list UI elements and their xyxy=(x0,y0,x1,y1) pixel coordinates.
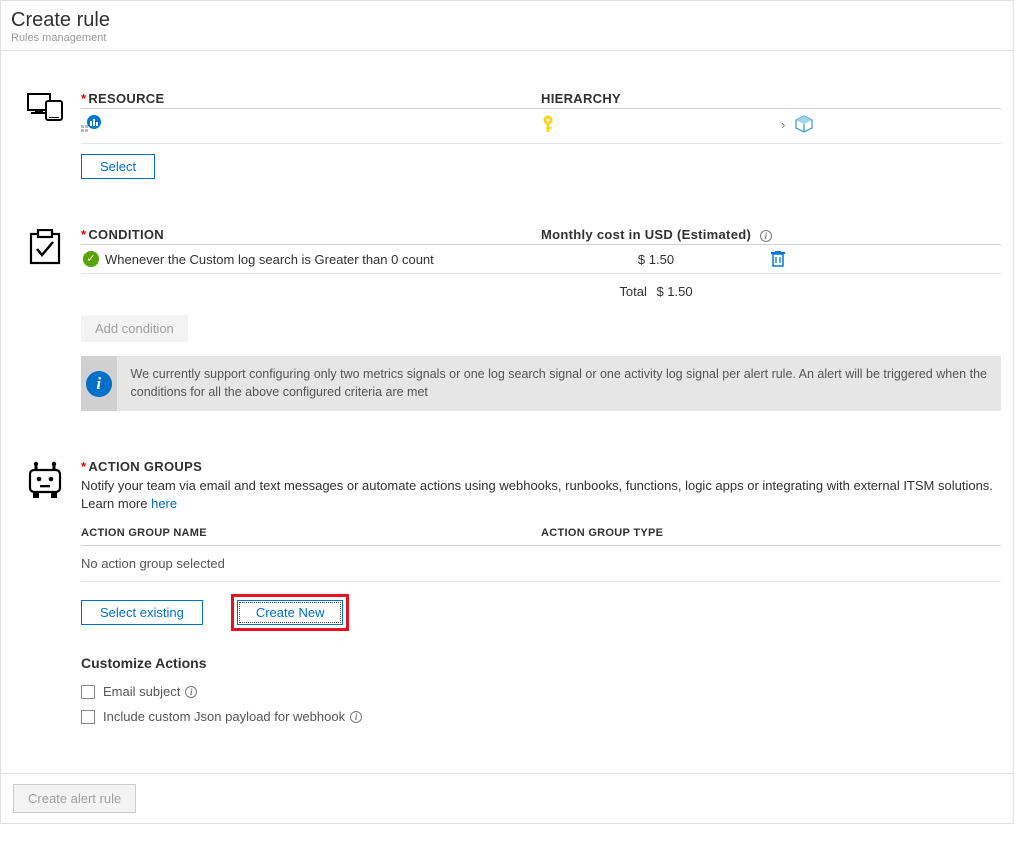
json-payload-label: Include custom Json payload for webhook xyxy=(103,709,345,724)
total-label: Total xyxy=(619,284,646,299)
col-action-group-type: ACTION GROUP TYPE xyxy=(541,527,1001,539)
resource-section-icon xyxy=(9,91,81,179)
panel-footer: Create alert rule xyxy=(1,773,1013,823)
condition-label: CONDITION xyxy=(88,227,164,242)
hierarchy-label: HIERARCHY xyxy=(541,91,1001,106)
action-groups-desc: Notify your team via email and text mess… xyxy=(81,478,993,511)
delete-condition-icon[interactable] xyxy=(771,251,993,267)
highlight-box: Create New xyxy=(231,594,350,631)
resource-label: RESOURCE xyxy=(88,91,164,106)
resource-section: *RESOURCE HIERARCHY xyxy=(9,91,1005,179)
json-payload-checkbox[interactable] xyxy=(81,710,95,724)
monthly-cost-label: Monthly cost in USD (Estimated) xyxy=(541,227,751,242)
info-banner-text: We currently support configuring only tw… xyxy=(117,356,1001,411)
action-section-icon xyxy=(9,459,81,729)
col-action-group-name: ACTION GROUP NAME xyxy=(81,527,541,539)
info-icon[interactable]: i xyxy=(760,230,772,242)
action-groups-label: ACTION GROUPS xyxy=(88,459,202,474)
create-alert-rule-button[interactable]: Create alert rule xyxy=(13,784,136,813)
condition-text: Whenever the Custom log search is Greate… xyxy=(105,252,434,267)
info-icon[interactable]: i xyxy=(350,711,362,723)
create-new-button[interactable]: Create New xyxy=(237,600,344,625)
total-value: $ 1.50 xyxy=(656,284,692,299)
condition-row[interactable]: ✓ Whenever the Custom log search is Grea… xyxy=(81,245,1001,274)
add-condition-button[interactable]: Add condition xyxy=(81,315,188,342)
info-icon[interactable]: i xyxy=(185,686,197,698)
condition-cost: $ 1.50 xyxy=(541,252,771,267)
condition-section-icon xyxy=(9,227,81,411)
chevron-right-icon: › xyxy=(781,117,785,132)
action-groups-section: *ACTION GROUPS Notify your team via emai… xyxy=(9,459,1005,729)
key-icon xyxy=(541,115,771,133)
breadcrumb: Rules management xyxy=(11,32,1003,44)
page-title: Create rule xyxy=(11,9,1003,32)
learn-more-link[interactable]: here xyxy=(151,496,177,511)
app-insights-icon xyxy=(81,115,541,133)
action-group-empty-row: No action group selected xyxy=(81,546,1001,582)
info-circle-icon: i xyxy=(86,371,112,397)
customize-actions-title: Customize Actions xyxy=(81,655,1001,671)
select-resource-button[interactable]: Select xyxy=(81,154,155,179)
info-banner: i We currently support configuring only … xyxy=(81,356,1001,411)
panel-body: *RESOURCE HIERARCHY xyxy=(1,51,1013,773)
panel-header: Create rule Rules management xyxy=(1,1,1013,51)
condition-section: *CONDITION Monthly cost in USD (Estimate… xyxy=(9,227,1005,411)
email-subject-checkbox[interactable] xyxy=(81,685,95,699)
email-subject-label: Email subject xyxy=(103,684,180,699)
cube-icon xyxy=(795,115,813,133)
check-circle-icon: ✓ xyxy=(83,251,99,267)
select-existing-button[interactable]: Select existing xyxy=(81,600,203,625)
